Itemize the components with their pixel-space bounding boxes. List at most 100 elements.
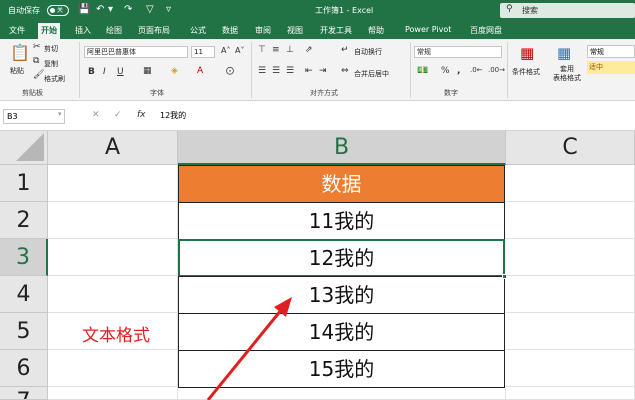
cell-c4[interactable] [506,276,635,313]
align-bottom-icon[interactable]: ⊥ [286,45,294,55]
save-icon[interactable]: 💾 [78,4,90,16]
insert-function-button[interactable]: fx [137,110,146,120]
formula-input[interactable]: 12我的 [160,109,630,124]
cell-b4[interactable]: 13我的 [178,276,505,314]
bold-icon[interactable]: B [88,67,95,77]
cell-b6[interactable]: 15我的 [178,350,505,388]
row-header-6[interactable]: 6 [0,350,48,387]
font-size-select[interactable]: 11 [191,46,215,58]
tab-formulas[interactable]: 公式 [190,25,206,36]
style-normal[interactable]: 常规 [587,45,635,58]
row-header-4[interactable]: 4 [0,276,48,313]
percent-icon[interactable]: % [441,66,450,76]
borders-icon[interactable]: ▦ [143,66,152,76]
tab-data[interactable]: 数据 [222,25,238,36]
fill-color-icon[interactable]: ◈ [171,66,178,76]
cell-a6[interactable] [48,350,178,387]
column-header-c[interactable]: C [506,131,635,165]
cell-c6[interactable] [506,350,635,387]
tab-review[interactable]: 审阅 [255,25,271,36]
tab-draw[interactable]: 绘图 [106,25,122,36]
font-color-icon[interactable]: A [197,66,203,76]
search-box[interactable]: ⚲ 搜索 [500,3,635,18]
merge-center-button[interactable]: 合并后居中 [354,69,389,79]
chevron-down-icon[interactable]: ▾ [58,110,62,118]
customize-toolbar-icon[interactable]: ▿ [166,4,171,16]
tab-help[interactable]: 帮助 [368,25,384,36]
autosave-toggle[interactable]: 关 [47,5,69,16]
tab-home[interactable]: 开始 [38,23,60,39]
tab-insert[interactable]: 插入 [75,25,91,36]
chevron-down-icon[interactable]: ▾ [108,4,113,16]
fill-handle[interactable] [502,274,507,279]
accounting-format-icon[interactable]: 💵 [417,66,428,76]
style-neutral[interactable]: 适中 [587,61,635,74]
comma-style-icon[interactable]: , [457,66,460,76]
paste-button[interactable]: 粘贴 [10,66,24,76]
cell-c5[interactable] [506,313,635,350]
underline-icon[interactable]: U [117,67,124,77]
format-as-table-button[interactable]: 套用 表格格式 [553,65,581,83]
filter-icon[interactable]: ▽ [146,4,154,16]
cell-a3[interactable] [48,239,178,276]
cut-icon[interactable]: ✂ [33,42,41,52]
italic-icon[interactable]: I [103,67,106,77]
wrap-text-button[interactable]: 自动换行 [354,47,382,57]
row-header-7[interactable]: 7 [0,387,48,400]
increase-indent-icon[interactable]: ⇥ [319,66,327,76]
merge-center-icon[interactable]: ⇔ [341,66,349,76]
paste-icon[interactable]: 📋 [10,43,30,62]
align-middle-icon[interactable]: ≡ [272,45,280,55]
cell-c3[interactable] [506,239,635,276]
tab-baidu-netdisk[interactable]: 百度网盘 [470,25,502,36]
tab-view[interactable]: 视图 [287,25,303,36]
cell-c1[interactable] [506,165,635,202]
row-header-2[interactable]: 2 [0,202,48,239]
cell-b2[interactable]: 11我的 [178,202,505,240]
cell-a4[interactable] [48,276,178,313]
tab-file[interactable]: 文件 [9,25,25,36]
font-name-select[interactable]: 阿里巴巴普惠体 [84,46,188,58]
align-center-icon[interactable]: ☰ [272,66,280,76]
wrap-text-icon[interactable]: ↵ [341,45,349,55]
format-painter-button[interactable]: 格式刷 [44,74,65,84]
name-box[interactable]: B3 [3,109,65,124]
copy-button[interactable]: 复制 [44,59,58,69]
cell-a7[interactable] [48,387,178,400]
decrease-decimal-icon[interactable]: .00→ [488,66,505,74]
format-painter-icon[interactable]: 🖌 [33,70,44,80]
align-top-icon[interactable]: ⊤ [258,45,266,55]
undo-icon[interactable]: ↶ [96,4,104,16]
align-right-icon[interactable]: ☰ [286,66,294,76]
row-header-5[interactable]: 5 [0,313,48,350]
tab-power-pivot[interactable]: Power Pivot [405,25,451,34]
orientation-icon[interactable]: ⇗ [305,45,313,55]
tab-developer[interactable]: 开发工具 [320,25,352,36]
cell-b7[interactable] [178,388,506,400]
copy-icon[interactable]: ⧉ [33,56,39,66]
decrease-font-icon[interactable]: A˅ [235,46,244,55]
decrease-indent-icon[interactable]: ⇤ [305,66,313,76]
increase-decimal-icon[interactable]: .0← [470,66,483,74]
cut-button[interactable]: 剪切 [44,44,58,54]
select-all-button[interactable] [0,131,48,165]
column-header-a[interactable]: A [48,131,178,165]
row-header-3[interactable]: 3 [0,239,48,276]
format-as-table-icon[interactable]: ▦ [557,44,571,62]
cell-c2[interactable] [506,202,635,239]
cell-b1-header[interactable]: 数据 [178,165,505,203]
cell-b3-selected[interactable]: 12我的 [178,239,505,277]
cell-a1[interactable] [48,165,178,202]
column-header-b[interactable]: B [178,131,506,165]
tab-page-layout[interactable]: 页面布局 [138,25,170,36]
number-format-select[interactable]: 常规 [414,46,502,58]
conditional-format-button[interactable]: 条件格式 [512,67,540,77]
phonetic-icon[interactable]: ⨀ [226,66,234,75]
row-header-1[interactable]: 1 [0,165,48,202]
align-left-icon[interactable]: ☰ [258,66,266,76]
enter-icon[interactable]: ✓ [114,110,122,120]
cell-c7[interactable] [506,387,635,400]
cell-b5[interactable]: 14我的 [178,313,505,351]
redo-icon[interactable]: ↷ [124,4,132,16]
increase-font-icon[interactable]: A˄ [221,46,230,55]
